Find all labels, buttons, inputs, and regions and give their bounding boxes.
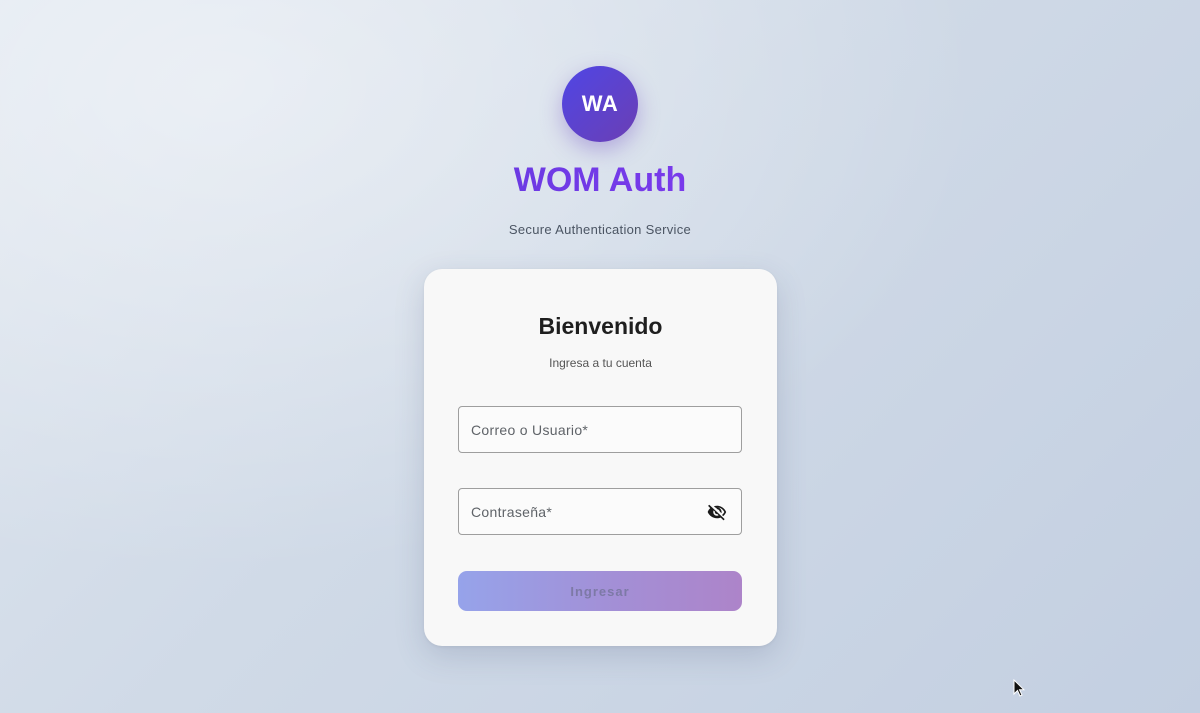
app-subtitle: Secure Authentication Service (508, 222, 692, 237)
login-card: Bienvenido Ingresa a tu cuenta Ingresar (424, 269, 777, 646)
mouse-cursor-icon (1013, 679, 1025, 697)
brand-logo: WA (562, 66, 638, 142)
username-input[interactable] (471, 407, 729, 452)
login-submit-button[interactable]: Ingresar (458, 571, 742, 611)
password-field[interactable] (458, 488, 742, 535)
logo-initials: WA (581, 91, 619, 116)
eye-off-icon[interactable] (705, 500, 729, 524)
login-title: Bienvenido (538, 313, 663, 339)
login-subtitle: Ingresa a tu cuenta (549, 356, 652, 370)
password-input[interactable] (471, 489, 705, 534)
username-field[interactable] (458, 406, 742, 453)
app-title: WOM Auth (0, 160, 1200, 200)
